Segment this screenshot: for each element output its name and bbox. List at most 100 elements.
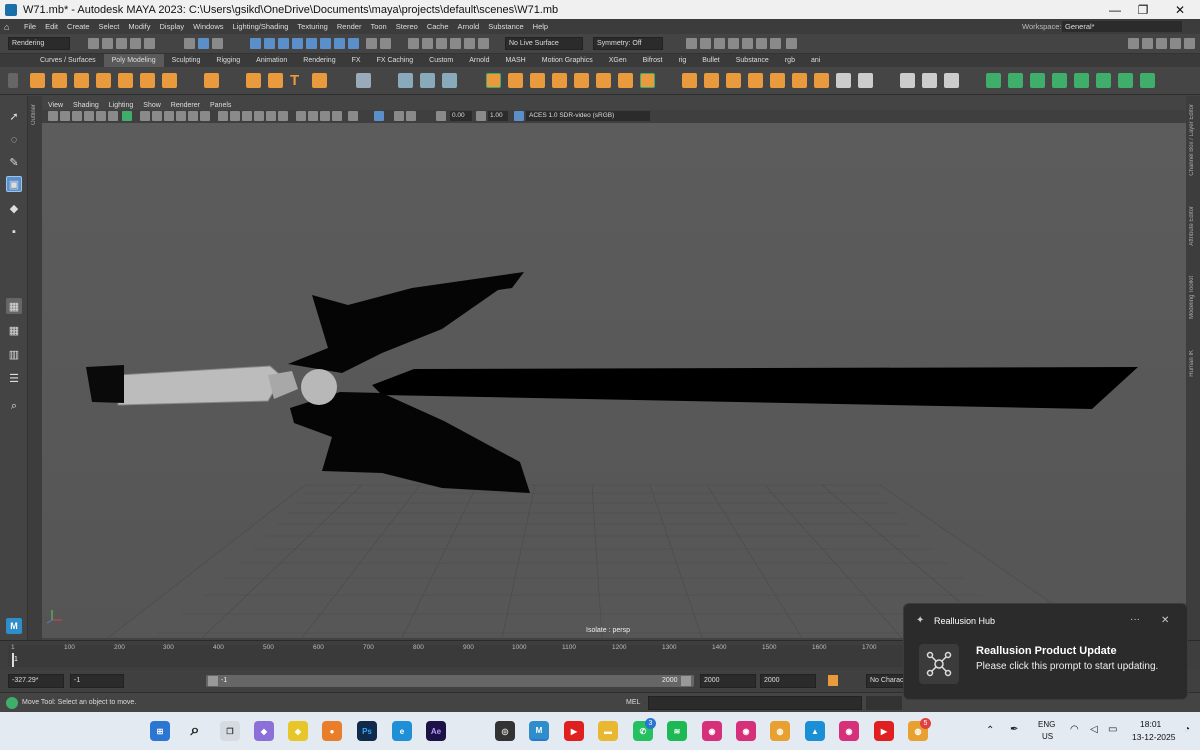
safe-action-icon[interactable] [188, 111, 198, 121]
snap-vertex-icon[interactable] [348, 38, 359, 49]
cut-uv-icon[interactable] [1118, 73, 1133, 88]
wedge-icon[interactable] [814, 73, 829, 88]
xray-icon[interactable] [348, 111, 358, 121]
menu-render[interactable]: Render [337, 22, 362, 31]
move-tool-icon[interactable]: ▣ [6, 176, 22, 192]
notification-close-icon[interactable]: ✕ [1161, 615, 1169, 626]
sidebar-toggle-icon[interactable] [686, 38, 697, 49]
workspace-icon-4[interactable] [1170, 38, 1181, 49]
shelf-menu-icon[interactable] [8, 73, 18, 88]
render-settings-icon[interactable] [436, 38, 447, 49]
volume-icon[interactable]: ◁ [1090, 724, 1098, 735]
isolate-select-icon[interactable] [374, 111, 384, 121]
poly-cone-icon[interactable] [96, 73, 111, 88]
shelf-tab-animation[interactable]: Animation [248, 54, 295, 67]
polygon-grid-icon[interactable] [356, 73, 371, 88]
render-view-icon[interactable] [464, 38, 475, 49]
viewport-persp[interactable]: Isolate : persp [42, 123, 1186, 638]
workspace-dropdown[interactable]: General* [1062, 21, 1182, 32]
notification-bell-icon[interactable]: ◔ [1184, 724, 1190, 735]
ambient-occlusion-icon[interactable] [296, 111, 306, 121]
poly-cylinder-icon[interactable] [74, 73, 89, 88]
wireframe-icon[interactable] [218, 111, 228, 121]
platonic-solid-icon[interactable] [204, 73, 219, 88]
image-plane-icon[interactable] [84, 111, 94, 121]
2d-pan-icon[interactable] [96, 111, 106, 121]
paint-select-tool-icon[interactable]: ✎ [6, 154, 22, 170]
shelf-tab-mash[interactable]: MASH [498, 54, 534, 67]
character-set-dropdown[interactable]: No Character Set [866, 674, 906, 688]
channel-box-icon[interactable] [742, 38, 753, 49]
scale-tool-icon[interactable]: ▪ [6, 224, 22, 240]
snap-point-icon[interactable] [278, 38, 289, 49]
anti-aliasing-icon[interactable] [320, 111, 330, 121]
shelf-tab-rendering[interactable]: Rendering [295, 54, 343, 67]
symmetry-dropdown[interactable]: Symmetry: Off [593, 37, 663, 50]
menu-lighting-shading[interactable]: Lighting/Shading [233, 22, 289, 31]
rotate-tool-icon[interactable]: ◆ [6, 200, 22, 216]
snap-pivot-icon[interactable] [334, 38, 345, 49]
connect-icon[interactable] [726, 73, 741, 88]
anim-end-field[interactable]: 2000 [700, 674, 756, 688]
range-end-handle[interactable] [681, 676, 691, 686]
instagram-icon-3[interactable]: ◉ [839, 721, 859, 741]
snap-grid-icon[interactable] [250, 38, 261, 49]
exposure-icon[interactable] [394, 111, 404, 121]
search-taskbar-icon[interactable]: ⌕ [185, 721, 205, 741]
shelf-tab-bifrost[interactable]: Bifrost [635, 54, 671, 67]
search-icon[interactable]: ⌕ [6, 398, 22, 414]
select-camera-icon[interactable] [48, 111, 58, 121]
poly-cube-icon[interactable] [52, 73, 67, 88]
textured-icon[interactable] [254, 111, 264, 121]
workspace-icon-1[interactable] [1128, 38, 1139, 49]
resolution-gate-icon[interactable] [152, 111, 162, 121]
home-icon[interactable]: ⌂ [4, 22, 18, 32]
start-button-icon[interactable]: ⊞ [150, 721, 170, 741]
poly-sphere-icon[interactable] [30, 73, 45, 88]
shadows-icon[interactable] [278, 111, 288, 121]
youtube-icon[interactable]: ▶ [564, 721, 584, 741]
language-top[interactable]: ENG [1038, 720, 1055, 729]
current-time-field[interactable]: -327.29* [8, 674, 64, 688]
camera-map-icon[interactable] [1074, 73, 1089, 88]
shelf-tab-ani[interactable]: ani [803, 54, 828, 67]
widgets-icon[interactable]: ◈ [288, 721, 308, 741]
task-view-icon[interactable]: ❐ [220, 721, 240, 741]
workspace-icon-5[interactable] [1184, 38, 1195, 49]
exposure-field[interactable]: 0.00 [450, 111, 472, 121]
color-space-dropdown[interactable]: ACES 1.0 SDR-video (sRGB) [526, 111, 650, 121]
panel-menu-lighting[interactable]: Lighting [109, 102, 134, 109]
offset-edge-loop-icon[interactable] [770, 73, 785, 88]
checker-icon[interactable] [1096, 73, 1111, 88]
grid-toggle-icon[interactable] [122, 111, 132, 121]
bool-difference-icon[interactable] [574, 73, 589, 88]
menu-texturing[interactable]: Texturing [297, 22, 327, 31]
after-effects-icon[interactable]: Ae [426, 721, 446, 741]
combine-icon[interactable] [398, 73, 413, 88]
channel-box-tab[interactable]: Channel Box / Layer Editor [1189, 104, 1195, 176]
mirror-icon[interactable] [596, 73, 611, 88]
collapse-icon[interactable] [858, 73, 873, 88]
pen-menu-icon[interactable]: ✒ [1010, 724, 1018, 735]
panel-menu-renderer[interactable]: Renderer [171, 102, 200, 109]
motion-blur-icon[interactable] [308, 111, 318, 121]
extrude-icon[interactable] [530, 73, 545, 88]
instagram-icon-2[interactable]: ◉ [736, 721, 756, 741]
insert-edge-loop-icon[interactable] [748, 73, 763, 88]
paint-icon[interactable] [944, 73, 959, 88]
select-hierarchy-icon[interactable] [184, 38, 195, 49]
outliner-strip[interactable]: Outliner [28, 96, 42, 640]
panel-menu-view[interactable]: View [48, 102, 63, 109]
shelf-tab-substance[interactable]: Substance [728, 54, 777, 67]
attribute-editor-icon[interactable] [714, 38, 725, 49]
shelf-tab-poly-modeling[interactable]: Poly Modeling [103, 54, 164, 67]
menu-windows[interactable]: Windows [193, 22, 223, 31]
spotify-icon[interactable]: ≋ [667, 721, 687, 741]
panel-menu-panels[interactable]: Panels [210, 102, 231, 109]
redo-icon[interactable] [144, 38, 155, 49]
four-view-icon[interactable]: ▦ [6, 322, 22, 338]
super-shape-icon[interactable] [268, 73, 283, 88]
gamma-reset-icon[interactable] [476, 111, 486, 121]
menu-help[interactable]: Help [533, 22, 548, 31]
copilot-icon[interactable]: ◆ [254, 721, 274, 741]
